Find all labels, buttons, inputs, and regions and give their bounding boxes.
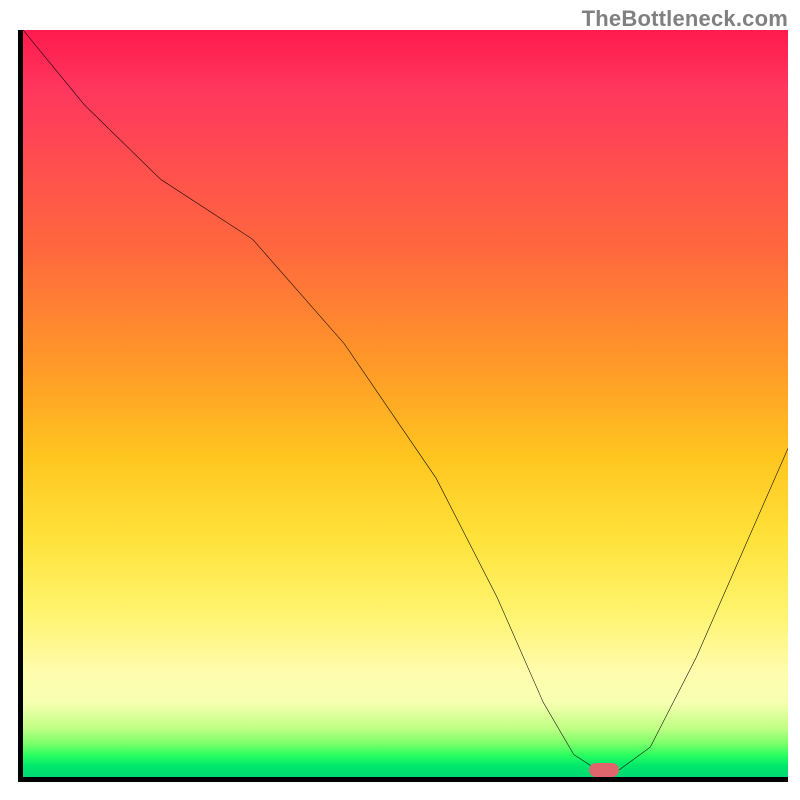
optimal-marker xyxy=(589,763,619,777)
plot-area xyxy=(18,30,788,782)
watermark-text: TheBottleneck.com xyxy=(582,6,788,32)
chart-container: TheBottleneck.com xyxy=(0,0,800,800)
gradient-background xyxy=(23,30,788,777)
